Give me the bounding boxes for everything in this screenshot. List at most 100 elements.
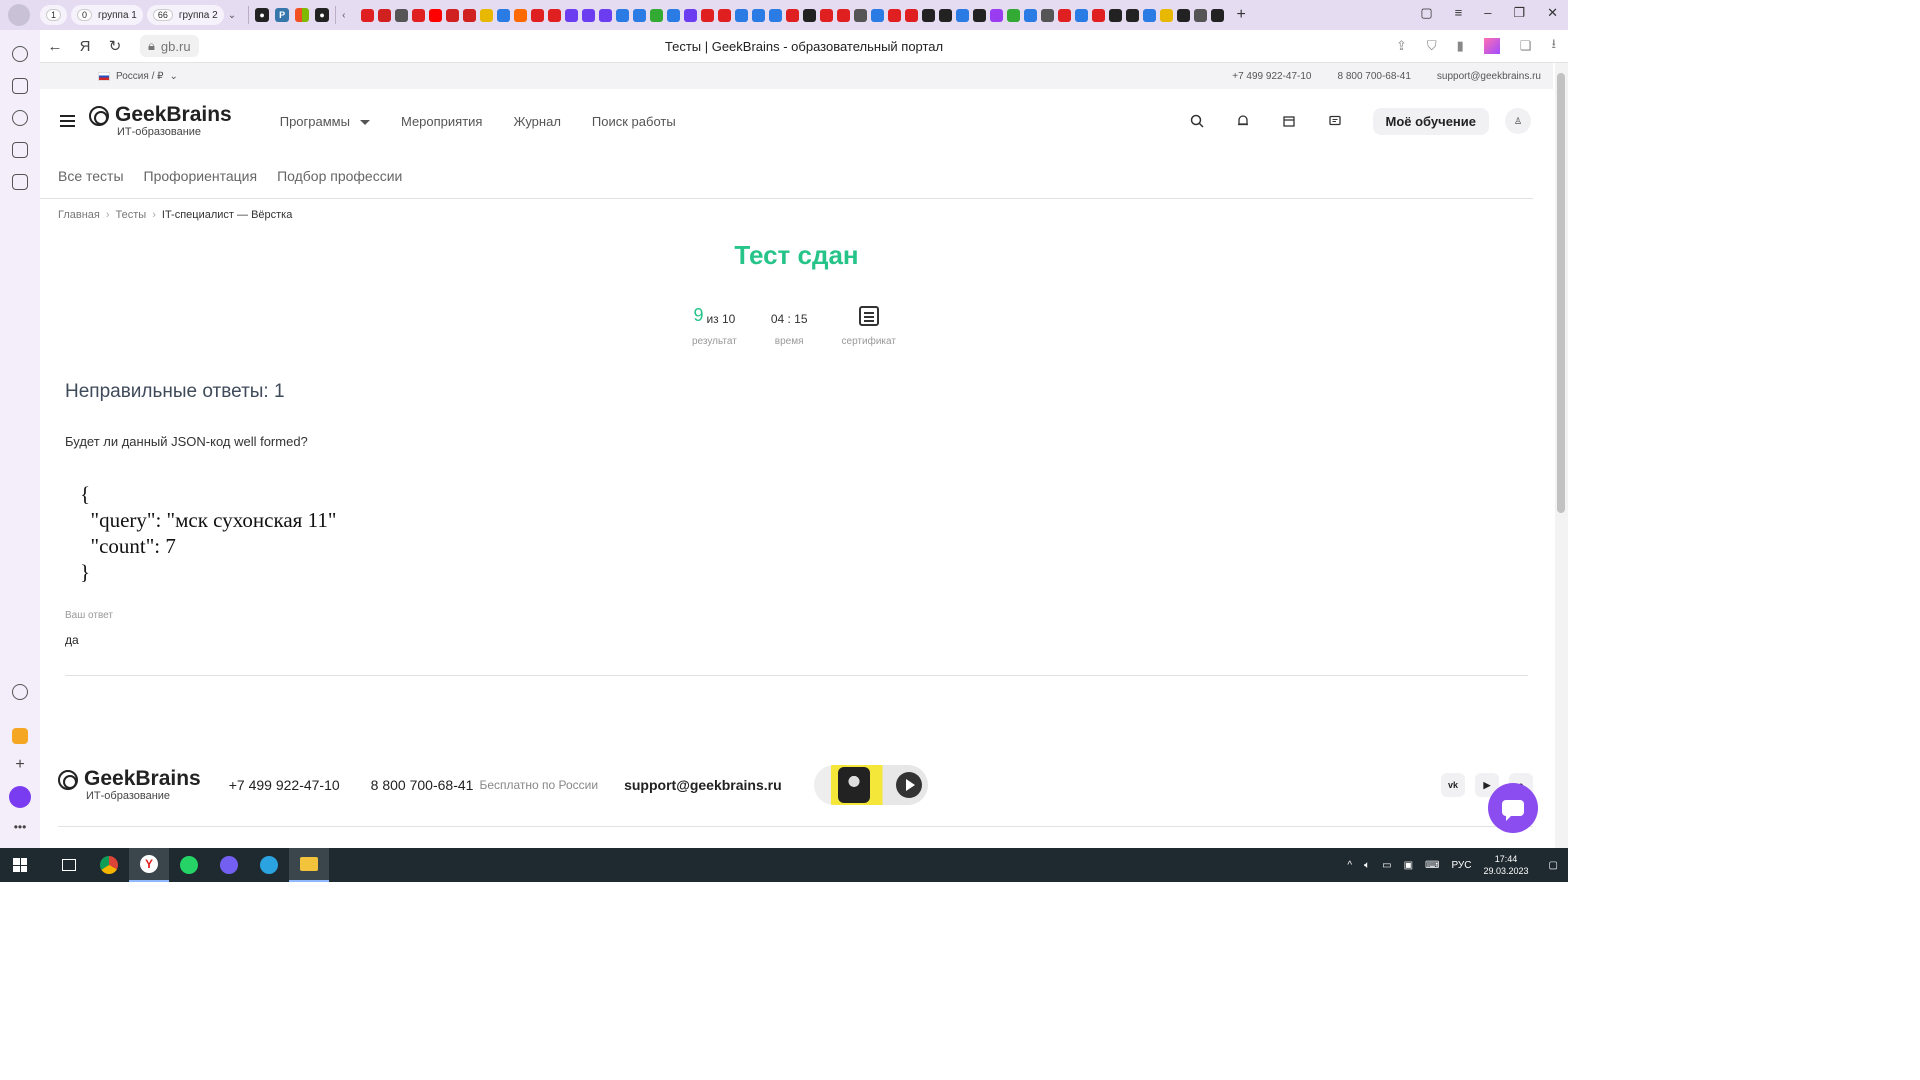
github-icon[interactable]: ● (315, 8, 330, 22)
tab-favicon-icon[interactable] (820, 8, 834, 22)
nav-programs[interactable]: Программы (280, 114, 370, 129)
tab-favicon-icon[interactable] (922, 8, 936, 22)
tab-favicon-icon[interactable] (973, 8, 987, 22)
tab-favicon-icon[interactable] (1024, 8, 1038, 22)
tab-favicon-icon[interactable] (582, 8, 596, 22)
support-chat-button[interactable] (1488, 783, 1538, 833)
viber-icon[interactable] (209, 848, 249, 882)
github-icon[interactable]: ● (255, 8, 270, 22)
tab-favicon-icon[interactable] (905, 8, 919, 22)
new-tab-icon[interactable]: + (1236, 6, 1245, 24)
tab-favicon-icon[interactable] (599, 8, 613, 22)
certificate-stat[interactable]: сертификат (842, 298, 896, 347)
page-scrollbar[interactable] (1555, 63, 1568, 848)
breadcrumb-home[interactable]: Главная (58, 209, 100, 221)
chatgpt-icon[interactable] (12, 684, 28, 700)
gradient-extension-icon[interactable] (1483, 38, 1500, 54)
tab-favicon-icon[interactable] (361, 8, 375, 22)
collections-icon[interactable] (12, 78, 28, 94)
calendar-icon[interactable] (12, 142, 28, 158)
telegram-icon[interactable] (249, 848, 289, 882)
tab-favicon-icon[interactable] (667, 8, 681, 22)
tab-group-chip[interactable]: 1 (40, 5, 68, 25)
tab-favicon-icon[interactable] (752, 8, 766, 22)
footer-phone-link[interactable]: 8 800 700-68-41 (371, 777, 474, 793)
python-icon[interactable]: P (275, 8, 290, 22)
tab-favicon-icon[interactable] (395, 8, 409, 22)
breadcrumb-tests[interactable]: Тесты (116, 209, 147, 221)
screenshot-icon[interactable] (12, 174, 28, 190)
footer-email-link[interactable]: support@geekbrains.ru (624, 777, 782, 793)
region-selector[interactable]: Россия / ₽ ⌄ (98, 71, 178, 82)
chevron-left-icon[interactable]: ‹ (342, 10, 345, 21)
reload-icon[interactable]: ↻ (100, 37, 130, 55)
vk-icon[interactable]: vk (1441, 773, 1465, 797)
menu-icon[interactable]: ≡ (1455, 5, 1463, 21)
close-icon[interactable]: ✕ (1547, 5, 1558, 21)
tab-favicon-icon[interactable] (718, 8, 732, 22)
user-avatar-icon[interactable]: ♙ (1505, 108, 1531, 134)
tab-favicon-icon[interactable] (650, 8, 664, 22)
play-icon[interactable] (895, 772, 922, 798)
tab-favicon-icon[interactable] (412, 8, 426, 22)
microsoft-icon[interactable] (295, 8, 310, 22)
tab-favicon-icon[interactable] (769, 8, 783, 22)
tab-favicon-icon[interactable] (837, 8, 851, 22)
nav-events[interactable]: Мероприятия (401, 114, 483, 129)
tab-favicon-icon[interactable] (786, 8, 800, 22)
alice-icon[interactable] (9, 786, 31, 808)
video-promo-widget[interactable] (813, 765, 928, 805)
play-icon[interactable] (12, 110, 28, 126)
tab-favicon-icon[interactable] (1075, 8, 1089, 22)
tab-favicon-icon[interactable] (1126, 8, 1140, 22)
subnav-career-guidance[interactable]: Профориентация (144, 168, 258, 184)
profile-avatar[interactable] (8, 4, 30, 26)
subnav-all-tests[interactable]: Все тесты (58, 168, 124, 184)
notifications-icon[interactable]: ▢ (1549, 860, 1558, 871)
tab-favicon-icon[interactable] (446, 8, 460, 22)
tab-favicon-icon[interactable] (633, 8, 647, 22)
tab-favicon-icon[interactable] (480, 8, 494, 22)
tab-group-1[interactable]: 0 группа 1 (71, 5, 143, 25)
file-explorer-icon[interactable] (289, 848, 329, 882)
tab-favicon-icon[interactable] (1092, 8, 1106, 22)
tab-favicon-icon[interactable] (1058, 8, 1072, 22)
task-view-icon[interactable] (49, 848, 89, 882)
tab-favicon-icon[interactable] (497, 8, 511, 22)
yandex-icon[interactable]: Я (70, 38, 100, 55)
tab-favicon-icon[interactable] (684, 8, 698, 22)
search-icon[interactable] (1189, 113, 1205, 129)
network-icon[interactable]: ▭ (1382, 860, 1391, 871)
tab-favicon-icon[interactable] (463, 8, 477, 22)
keyboard-icon[interactable]: ⌨︎ (1425, 860, 1439, 871)
scrollbar-thumb[interactable] (1557, 73, 1565, 513)
tab-favicon-icon[interactable] (735, 8, 749, 22)
tab-favicon-icon[interactable] (548, 8, 562, 22)
footer-phone-link[interactable]: +7 499 922-47-10 (229, 777, 340, 793)
more-icon[interactable]: ••• (14, 820, 27, 834)
whatsapp-icon[interactable] (169, 848, 209, 882)
email-link[interactable]: support@geekbrains.ru (1437, 71, 1541, 82)
url-field[interactable]: 🔒︎ gb.ru (140, 35, 199, 57)
volume-icon[interactable]: 🔈︎ (1364, 860, 1370, 871)
back-icon[interactable]: ← (40, 38, 70, 55)
tab-favicon-icon[interactable] (956, 8, 970, 22)
chevron-up-icon[interactable]: ^ (1347, 860, 1352, 871)
tab-favicon-icon[interactable] (1177, 8, 1191, 22)
footer-logo[interactable]: GeekBrains ИТ-образование (58, 768, 201, 802)
certificate-icon[interactable] (858, 306, 879, 326)
tab-favicon-icon[interactable] (1160, 8, 1174, 22)
minimize-icon[interactable]: – (1484, 5, 1491, 21)
restore-icon[interactable]: ❐ (1513, 5, 1525, 21)
tab-favicon-icon[interactable] (888, 8, 902, 22)
chat-icon[interactable] (1327, 113, 1343, 129)
my-learning-button[interactable]: Моё обучение (1372, 107, 1489, 135)
clock[interactable]: 17:44 29.03.2023 (1484, 853, 1529, 877)
tab-favicon-icon[interactable] (1143, 8, 1157, 22)
chevron-down-icon[interactable]: ⌄ (228, 10, 236, 21)
nav-job-search[interactable]: Поиск работы (592, 114, 676, 129)
tab-favicon-icon[interactable] (1109, 8, 1123, 22)
phone-link[interactable]: 8 800 700-68-41 (1337, 71, 1410, 82)
tab-favicon-icon[interactable] (514, 8, 528, 22)
download-icon[interactable]: ⭳ (1551, 35, 1556, 57)
